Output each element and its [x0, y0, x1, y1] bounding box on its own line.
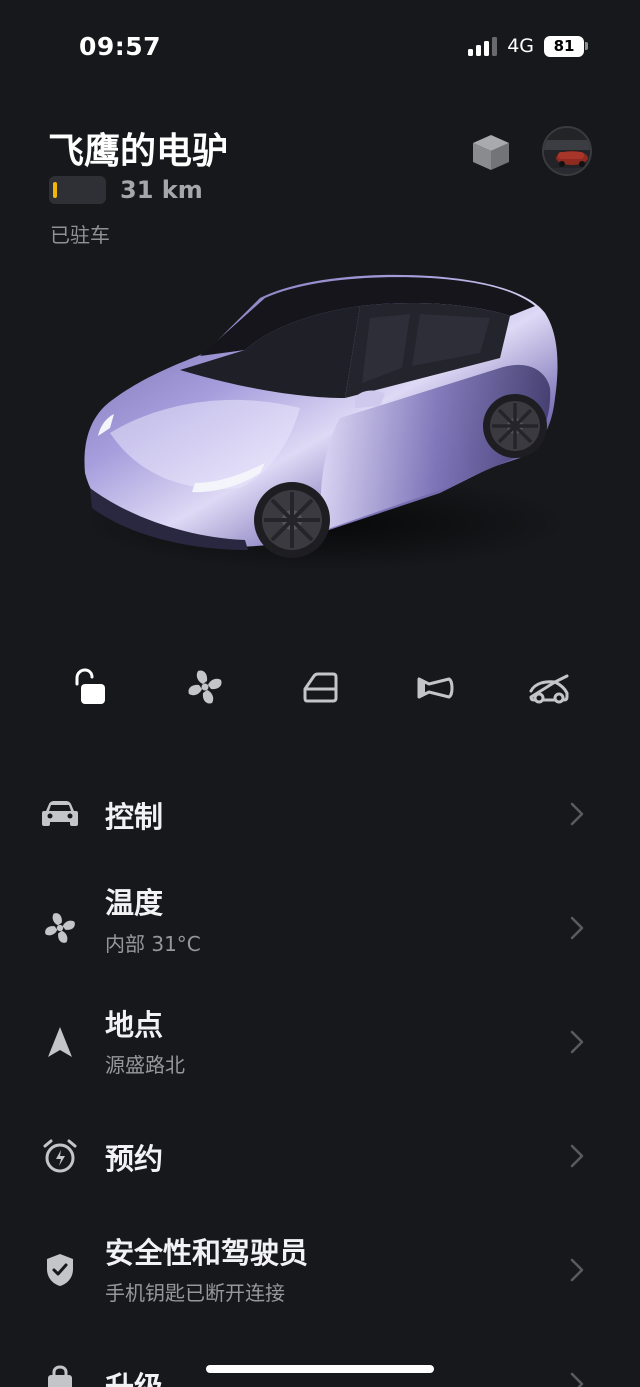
menu-subtitle: 内部 31°C: [105, 932, 201, 956]
menu-title: 地点: [105, 1008, 164, 1042]
car-icon: [40, 794, 80, 834]
signal-strength-icon: [468, 36, 498, 56]
menu-item-schedule[interactable]: 预约: [0, 1106, 640, 1206]
frunk-icon[interactable]: [293, 660, 347, 714]
battery-percent: 81: [544, 35, 584, 57]
menu-item-climate[interactable]: 温度 内部 31°C: [0, 878, 640, 978]
car-battery-level: [53, 182, 57, 198]
chevron-right-icon: [569, 801, 585, 827]
car-battery-icon: [49, 176, 106, 204]
horn-icon[interactable]: [408, 660, 462, 714]
range-indicator: 31 km: [49, 176, 203, 204]
chevron-right-icon: [569, 915, 585, 941]
navigation-arrow-icon: [40, 1022, 80, 1062]
network-type: 4G: [507, 35, 534, 57]
tesla-app-screen: 09:57 4G 81 飞鹰的电驴 31 km 已驻车 控制 温度 内部 31°…: [0, 0, 640, 1387]
car-name[interactable]: 飞鹰的电驴: [48, 122, 228, 174]
menu-item-controls[interactable]: 控制: [0, 764, 640, 864]
status-bar-indicators: 4G 81: [468, 35, 588, 57]
menu-subtitle: 源盛路北: [105, 1053, 185, 1077]
trunk-icon[interactable]: [523, 660, 577, 714]
menu-title: 预约: [105, 1142, 164, 1176]
shopping-bag-icon: [40, 1362, 80, 1387]
range-text: 31 km: [120, 176, 203, 204]
quick-actions-bar: [0, 660, 640, 714]
menu-subtitle: 手机钥匙已断开连接: [105, 1281, 285, 1305]
menu-item-upgrades[interactable]: 升级: [0, 1334, 640, 1387]
alarm-clock-icon: [40, 1136, 80, 1176]
menu-item-safety[interactable]: 安全性和驾驶员 手机钥匙已断开连接: [0, 1220, 640, 1320]
chevron-right-icon: [569, 1143, 585, 1169]
menu-title: 安全性和驾驶员: [105, 1236, 309, 1270]
fan-icon: [40, 908, 80, 948]
home-indicator[interactable]: [206, 1365, 434, 1373]
car-image[interactable]: [70, 258, 570, 588]
cube-icon[interactable]: [469, 132, 513, 172]
menu-title: 温度: [105, 886, 164, 920]
unlock-icon[interactable]: [61, 660, 115, 714]
chevron-right-icon: [569, 1371, 585, 1387]
status-time: 09:57: [79, 32, 162, 61]
menu-title: 控制: [105, 800, 164, 834]
menu-item-location[interactable]: 地点 源盛路北: [0, 992, 640, 1092]
menu-title: 升级: [105, 1370, 164, 1387]
shield-check-icon: [40, 1250, 80, 1290]
fan-icon[interactable]: [178, 660, 232, 714]
park-status: 已驻车: [50, 223, 110, 247]
chevron-right-icon: [569, 1029, 585, 1055]
phone-battery-icon: 81: [544, 35, 588, 57]
chevron-right-icon: [569, 1257, 585, 1283]
profile-avatar[interactable]: [542, 126, 592, 176]
